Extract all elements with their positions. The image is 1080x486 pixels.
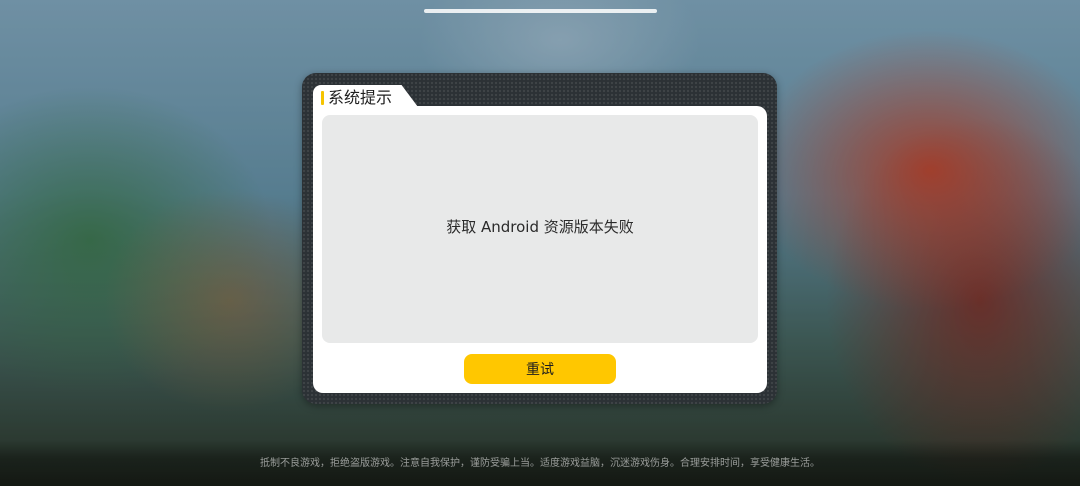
dialog-panel: 获取 Android 资源版本失败 重试: [313, 106, 767, 393]
title-accent-mark: [321, 91, 324, 105]
dialog-title: 系统提示: [328, 88, 393, 107]
home-indicator-bar[interactable]: [424, 9, 657, 13]
health-gaming-notice: 抵制不良游戏，拒绝盗版游戏。注意自我保护，谨防受骗上当。适度游戏益脑，沉迷游戏伤…: [260, 458, 820, 469]
system-notice-dialog: 系统提示 获取 Android 资源版本失败 重试: [302, 73, 777, 404]
error-message: 获取 Android 资源版本失败: [446, 218, 634, 236]
retry-button[interactable]: 重试: [464, 354, 616, 384]
message-box: 获取 Android 资源版本失败: [322, 115, 758, 343]
